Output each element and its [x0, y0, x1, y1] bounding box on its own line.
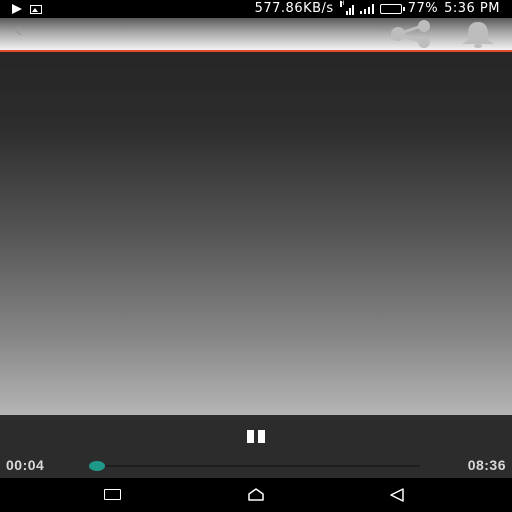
gallery-icon: [30, 4, 42, 14]
cell-signal-icon: [359, 4, 374, 14]
screen: 577.86KB/s H 77% 5:36 PM 00:04 08:36: [0, 0, 512, 512]
net-speed: 577.86KB/s: [254, 1, 334, 16]
share-icon[interactable]: [386, 20, 436, 48]
status-right: 577.86KB/s H 77% 5:36 PM: [255, 0, 500, 18]
pause-button[interactable]: [244, 430, 268, 444]
player-controls: 00:04 08:36: [0, 415, 512, 478]
pause-icon-bar: [258, 430, 265, 443]
back-icon[interactable]: [387, 487, 407, 503]
total-time: 08:36: [467, 457, 506, 473]
recents-icon[interactable]: [104, 489, 121, 500]
video-area[interactable]: [0, 52, 512, 415]
wifi-signal-icon: H: [339, 0, 354, 15]
bell-icon[interactable]: [456, 20, 500, 48]
status-time: 5:36 PM: [444, 1, 500, 16]
seek-thumb[interactable]: [88, 461, 105, 471]
pause-icon: [247, 430, 254, 443]
status-left: [12, 0, 42, 18]
back-arrow-icon[interactable]: [14, 26, 24, 36]
nav-bar: [0, 478, 512, 512]
wifi-tag: H: [339, 0, 345, 7]
current-time: 00:04: [6, 457, 45, 473]
seek-bar[interactable]: [94, 465, 420, 467]
battery-percent: 77%: [407, 1, 439, 16]
battery-icon: [379, 4, 405, 14]
status-bar: 577.86KB/s H 77% 5:36 PM: [0, 0, 512, 18]
home-icon[interactable]: [246, 486, 266, 502]
play-icon: [12, 4, 22, 14]
